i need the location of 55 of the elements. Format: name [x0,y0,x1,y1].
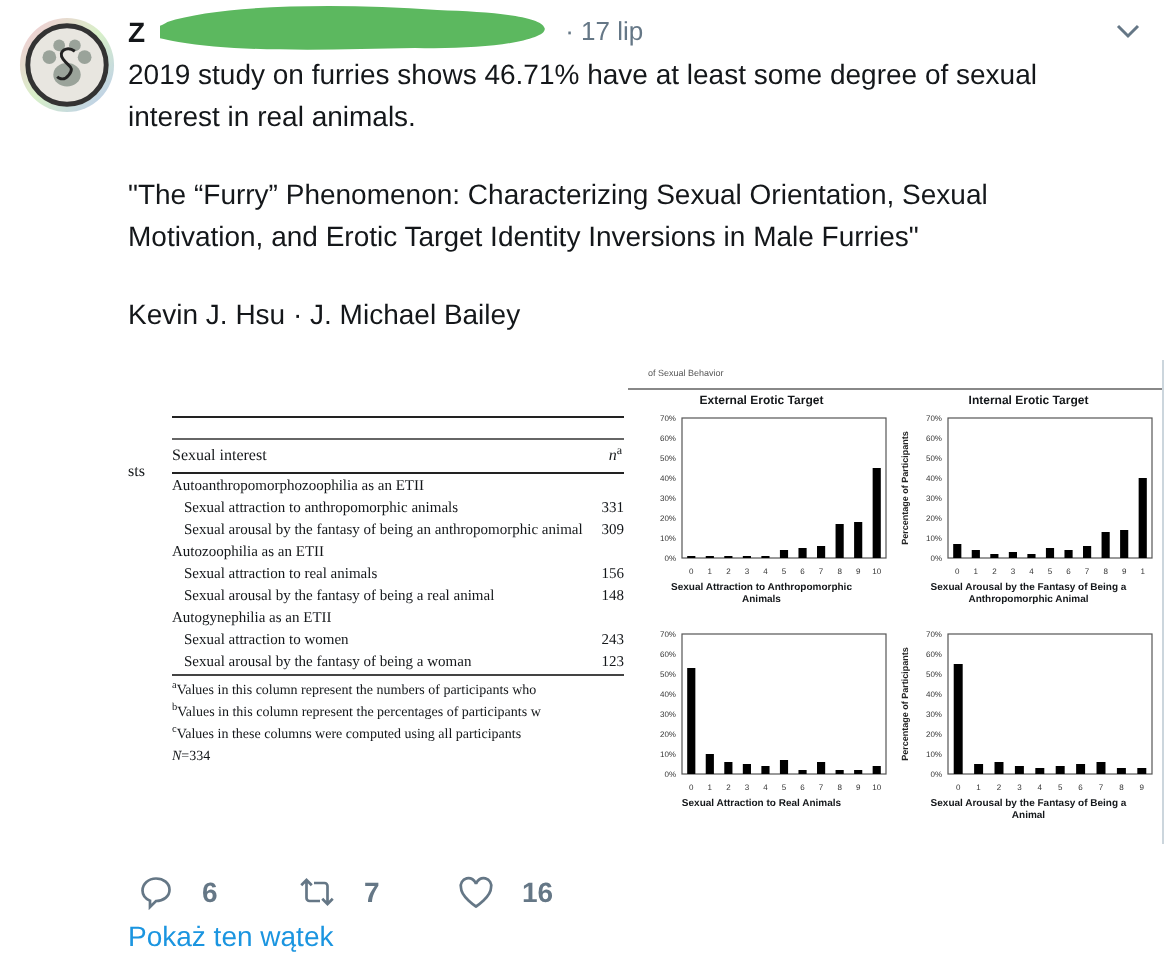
tweet-text: Kevin J. Hsu · J. Michael Bailey [128,296,523,334]
reply-icon [138,874,174,910]
bar [1064,549,1074,558]
bar [954,663,964,774]
author-name[interactable]: Z [128,11,146,53]
reply-button[interactable]: 6 [138,871,298,913]
bar [723,761,732,774]
bar [1027,553,1037,558]
bar [972,549,981,558]
bar [872,765,881,774]
bar [1056,765,1066,774]
bar [835,523,844,558]
bar [1035,767,1045,774]
bar [779,759,788,774]
bar [953,543,962,558]
bar [1137,767,1147,774]
retweet-button[interactable]: 7 [298,871,458,913]
bar [816,761,825,774]
bar [797,769,807,774]
bar [797,547,807,558]
bar [816,545,825,558]
bar [1076,763,1086,774]
bar [1117,767,1127,774]
bar [835,769,844,774]
bar [1139,477,1148,558]
avatar [18,16,116,114]
show-thread-link[interactable]: Pokaż ten wątek [128,920,1164,952]
bar [995,761,1004,774]
bar [705,753,714,774]
bar [853,769,862,774]
column-header: n$^{a}$ [608,444,622,468]
bar [990,553,999,558]
tweet-text: 2019 study on furries shows 46.71% have at least some degree of sexual interest in real animals. [128,56,1039,136]
bar [974,763,984,774]
retweet-icon [298,874,336,910]
heart-icon [458,875,494,909]
bar [1083,545,1092,558]
bar [853,521,862,558]
bar [1102,531,1111,558]
bar [1097,761,1106,774]
bar [686,667,695,774]
bar [872,467,881,558]
bar [1120,529,1129,558]
bar [1009,551,1018,558]
tweet-time[interactable]: · 17 lip [565,12,644,52]
bar [1015,765,1025,774]
chevron-down-icon[interactable] [1116,24,1140,40]
bar [1046,547,1055,558]
bar [760,765,770,774]
cut-text: sts [128,460,147,484]
column-header: Sexual interest [172,444,267,468]
tweet-text: "The “Furry” Phenomenon: Characterizing Sexual Orientation, Sexual Motivation, and Erotic Target Identity Inversions in Male Furries" [128,176,990,256]
bar [779,549,788,558]
bar [742,763,751,774]
like-button[interactable]: 16 [458,871,618,913]
